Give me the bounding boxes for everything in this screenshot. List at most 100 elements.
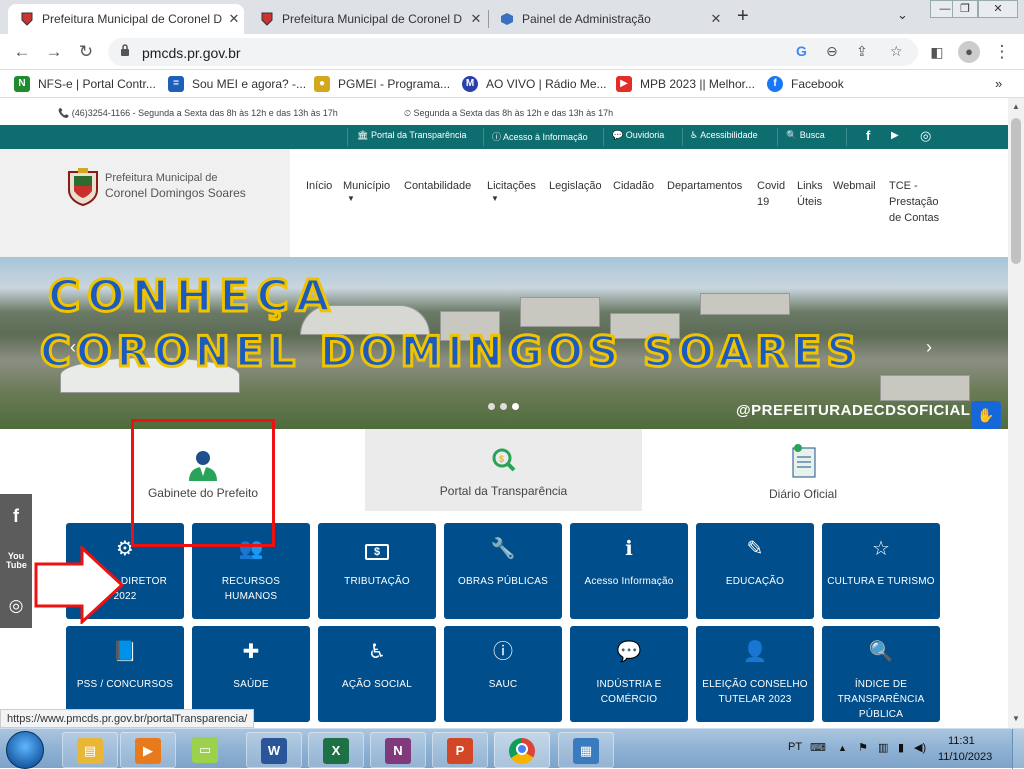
taskbar-powerpoint[interactable]: P [432, 732, 488, 768]
carousel-prev-icon[interactable]: ‹ [70, 337, 76, 358]
bookmark-item[interactable]: ● PGMEI - Programa... [314, 76, 450, 92]
taskbar-media[interactable]: ▶ [120, 732, 176, 768]
card-acao-social[interactable]: ♿ AÇÃO SOCIAL [318, 626, 436, 722]
profile-avatar-icon[interactable]: ● [958, 41, 980, 63]
new-tab-button[interactable]: + [737, 5, 749, 28]
menu-item-legislacao[interactable]: Legislação [549, 178, 602, 194]
card-pss-concursos[interactable]: 📘 PSS / CONCURSOS [66, 626, 184, 722]
taskbar-onenote[interactable]: N [370, 732, 426, 768]
close-tab-icon[interactable]: ✕ [224, 11, 244, 27]
youtube-icon[interactable]: You Tube [6, 552, 27, 570]
side-panel-icon[interactable]: ◧ [925, 40, 949, 64]
menu-item-departamentos[interactable]: Departamentos [667, 178, 742, 194]
card-industria-comercio[interactable]: 💬 INDÚSTRIA E COMÉRCIO [570, 626, 688, 722]
tab-1[interactable]: Prefeitura Municipal de Coronel D ✕ [8, 4, 244, 34]
bookmark-item[interactable]: = Sou MEI e agora? -... [168, 76, 306, 92]
reload-icon[interactable]: ↻ [74, 40, 98, 64]
volume-icon[interactable]: ◀) [914, 741, 926, 754]
instagram-icon[interactable]: ◎ [6, 596, 26, 616]
close-tab-icon[interactable]: ✕ [466, 11, 486, 27]
menu-label: Contabilidade [404, 180, 472, 192]
card-acesso-informacao[interactable]: ℹ Acesso Informação [570, 523, 688, 619]
close-window-button[interactable]: ✕ [978, 0, 1018, 18]
card-sauc[interactable]: ⓘ SAUC [444, 626, 562, 722]
restore-button[interactable]: ❐ [952, 0, 978, 18]
taskbar-sticky[interactable]: ▭ [178, 732, 234, 768]
carousel-dot-active[interactable] [512, 403, 519, 410]
tab-3[interactable]: Painel de Administração ✕ [488, 4, 726, 34]
bookmark-star-icon[interactable]: ☆ [890, 43, 903, 60]
menu-item-municipio[interactable]: Município ▼ [343, 178, 390, 204]
youtube-icon[interactable]: ▶ [891, 130, 899, 141]
card-educacao[interactable]: ✎ EDUCAÇÃO [696, 523, 814, 619]
taskbar-explorer[interactable]: ▤ [62, 732, 118, 768]
featured-transparencia[interactable]: $ Portal da Transparência [365, 429, 642, 511]
taskbar-photo-viewer[interactable]: ▦ [558, 732, 614, 768]
carousel-dot[interactable] [500, 403, 507, 410]
close-tab-icon[interactable]: ✕ [706, 11, 726, 27]
access-link-informacao[interactable]: ⓘ Acesso à Informação [492, 130, 588, 143]
menu-item-inicio[interactable]: Início [306, 178, 332, 194]
show-desktop-button[interactable] [1012, 729, 1024, 769]
network-icon[interactable]: ▥ [878, 741, 888, 754]
hero-carousel[interactable]: CONHEÇA CORONEL DOMINGOS SOARES ‹ › @PRE… [0, 257, 1008, 429]
forward-arrow-icon[interactable]: → [42, 40, 66, 64]
google-lens-icon[interactable]: G [796, 43, 807, 59]
battery-icon[interactable]: ▮ [898, 741, 904, 754]
bookmark-item[interactable]: M AO VIVO | Rádio Me... [462, 76, 607, 92]
card-tributacao[interactable]: $ TRIBUTAÇÃO [318, 523, 436, 619]
card-saude[interactable]: ✚ SAÚDE [192, 626, 310, 722]
carousel-dot[interactable] [488, 403, 495, 410]
scroll-up-icon[interactable]: ▲ [1012, 102, 1020, 111]
start-button[interactable] [6, 731, 44, 769]
clock-date[interactable]: 11/10/2023 [938, 751, 992, 763]
share-icon[interactable]: ⇪ [856, 43, 868, 60]
featured-label: Diário Oficial [768, 487, 837, 501]
zoom-icon[interactable]: ⊖ [826, 43, 838, 60]
card-cultura-turismo[interactable]: ☆ CULTURA E TURISMO [822, 523, 940, 619]
featured-diario[interactable]: Diário Oficial [740, 429, 866, 511]
card-obras-publicas[interactable]: 🔧 OBRAS PÚBLICAS [444, 523, 562, 619]
carousel-next-icon[interactable]: › [926, 337, 932, 358]
taskbar-excel[interactable]: X [308, 732, 364, 768]
menu-item-licitacoes[interactable]: Licitações ▼ [487, 178, 536, 204]
kebab-menu-icon[interactable]: ⋮ [990, 40, 1014, 64]
instagram-icon[interactable]: ◎ [920, 128, 931, 144]
bookmark-item[interactable]: ▶ MPB 2023 || Melhor... [616, 76, 755, 92]
bookmark-item[interactable]: N NFS-e | Portal Contr... [14, 76, 156, 92]
more-bookmarks-icon[interactable]: » [995, 76, 1002, 91]
menu-item-contabilidade[interactable]: Contabilidade [404, 178, 471, 194]
access-link-ouvidoria[interactable]: 💬 Ouvidoria [612, 130, 664, 141]
clock-time[interactable]: 11:31 [948, 735, 975, 747]
action-center-icon[interactable]: ⚑ [858, 741, 868, 754]
tab-search-chevron-icon[interactable]: ⌄ [897, 7, 908, 23]
city-crest-logo[interactable] [66, 166, 100, 207]
scroll-down-icon[interactable]: ▼ [1012, 714, 1020, 723]
wrench-icon: 🔧 [490, 538, 516, 560]
access-link-transparencia[interactable]: 🏛 Portal da Transparência [357, 130, 467, 141]
access-link-busca[interactable]: 🔍 Busca [786, 130, 825, 141]
page-scrollbar[interactable]: ▲ ▼ [1008, 98, 1024, 728]
taskbar-word[interactable]: W [246, 732, 302, 768]
tab-2[interactable]: Prefeitura Municipal de Coronel D ✕ [248, 4, 486, 34]
address-bar[interactable]: pmcds.pr.gov.br G ⊖ ⇪ ☆ [108, 38, 918, 66]
menu-item-tce[interactable]: TCE - Prestação de Contas [889, 178, 945, 226]
facebook-icon[interactable]: f [6, 506, 26, 527]
back-arrow-icon[interactable]: ← [10, 40, 34, 64]
bookmark-item[interactable]: f Facebook [767, 76, 844, 92]
card-conselho-tutelar[interactable]: 👤 ELEIÇÃO CONSELHO TUTELAR 2023 [696, 626, 814, 722]
menu-item-covid[interactable]: Covid 19 [757, 178, 789, 210]
access-link-acessibilidade[interactable]: ♿ Acessibilidade [690, 130, 758, 141]
card-indice-transparencia[interactable]: 🔍 ÍNDICE DE TRANSPARÊNCIA PÚBLICA [822, 626, 940, 722]
show-hidden-icons-icon[interactable]: ▲ [838, 743, 847, 753]
scroll-thumb[interactable] [1011, 118, 1021, 264]
keyboard-icon[interactable]: ⌨ [810, 741, 826, 754]
language-indicator[interactable]: PT [788, 741, 802, 753]
card-label: Acesso Informação [584, 576, 674, 587]
menu-item-links[interactable]: Links Úteis [797, 178, 831, 210]
facebook-icon[interactable]: f [866, 128, 870, 143]
menu-item-webmail[interactable]: Webmail [833, 178, 876, 194]
taskbar-chrome[interactable] [494, 732, 550, 768]
sign-language-icon[interactable]: ✋ [971, 401, 1001, 429]
menu-item-cidadao[interactable]: Cidadão [613, 178, 654, 194]
